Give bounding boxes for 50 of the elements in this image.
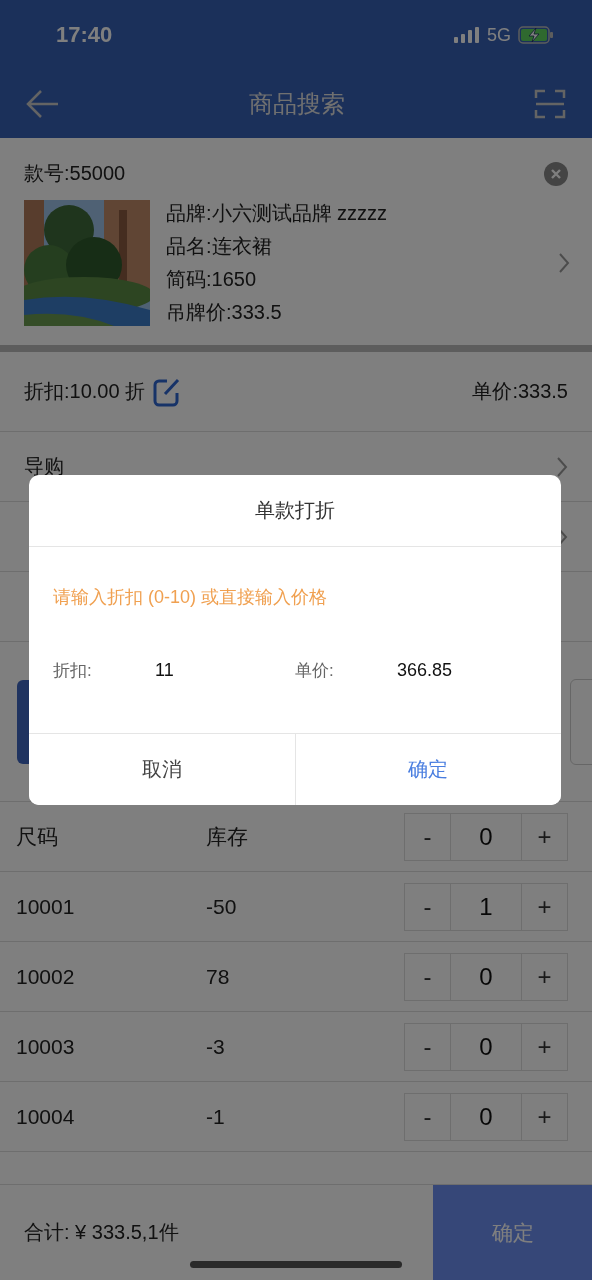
size-cell-text: 10001 bbox=[16, 894, 76, 919]
plus-button[interactable]: + bbox=[521, 882, 568, 931]
confirm-button[interactable]: 确定 bbox=[294, 734, 561, 805]
input-field[interactable]: 366.85 bbox=[397, 660, 517, 681]
signal-icon bbox=[454, 27, 480, 43]
minus-button[interactable]: - bbox=[404, 882, 451, 931]
stock-cell-text: -3 bbox=[206, 1034, 226, 1059]
input-field[interactable]: 11 bbox=[155, 660, 275, 681]
plus-button[interactable]: + bbox=[521, 952, 568, 1001]
quantity-field[interactable]: 0 bbox=[451, 812, 521, 861]
quantity-field[interactable]: 0 bbox=[451, 952, 521, 1001]
style-number: 款号:55000 bbox=[24, 161, 126, 186]
quantity-field[interactable]: 0 bbox=[451, 1022, 521, 1071]
battery-icon bbox=[518, 26, 554, 44]
field-label: 单价: bbox=[295, 660, 335, 682]
total-summary: 合计: ¥ 333.5,1件 bbox=[23, 1220, 180, 1245]
product-detail: 吊牌价:333.5 bbox=[166, 300, 283, 325]
quantity-field[interactable]: 0 bbox=[451, 1092, 521, 1141]
back-arrow-icon[interactable] bbox=[26, 89, 60, 119]
edit-icon[interactable] bbox=[153, 376, 182, 407]
quantity-field[interactable]: 1 bbox=[451, 882, 521, 931]
product-detail: 品牌:小六测试品牌 zzzzz bbox=[166, 201, 389, 226]
size-cell-text: 10003 bbox=[16, 1034, 76, 1059]
stock-cell-text: -50 bbox=[206, 894, 238, 919]
size-cell-text: 10002 bbox=[16, 964, 76, 989]
product-detail: 简码:1650 bbox=[166, 267, 258, 292]
column-header: 尺码 bbox=[16, 823, 59, 850]
page-title: 商品搜索 bbox=[249, 89, 345, 119]
plus-button[interactable]: + bbox=[521, 1022, 568, 1071]
plus-button[interactable]: + bbox=[521, 1092, 568, 1141]
size-cell-text: 10004 bbox=[16, 1104, 76, 1129]
status-time: 17:40 bbox=[56, 22, 113, 48]
stock-cell-text: 78 bbox=[206, 964, 231, 989]
network-label: 5G bbox=[487, 24, 511, 46]
scan-icon[interactable] bbox=[534, 88, 566, 120]
minus-button[interactable]: - bbox=[404, 812, 451, 861]
plus-button[interactable]: + bbox=[521, 812, 568, 861]
field-label: 折扣: bbox=[53, 660, 93, 682]
product-detail: 品名:连衣裙 bbox=[166, 234, 273, 259]
dialog-title: 单款打折 bbox=[29, 475, 561, 547]
clear-icon[interactable] bbox=[544, 161, 568, 186]
minus-button[interactable]: - bbox=[404, 1022, 451, 1071]
minus-button[interactable]: - bbox=[404, 1092, 451, 1141]
column-header: 库存 bbox=[206, 823, 249, 850]
confirm-button[interactable]: 确定 bbox=[433, 1185, 592, 1280]
hint-text: 请输入折扣 (0-10) 或直接输入价格 bbox=[53, 586, 329, 609]
stock-cell-text: -1 bbox=[206, 1104, 226, 1129]
discount-label: 折扣:10.00 折 bbox=[24, 379, 146, 404]
unit-price-label: 单价:333.5 bbox=[472, 379, 568, 404]
minus-button[interactable]: - bbox=[404, 952, 451, 1001]
